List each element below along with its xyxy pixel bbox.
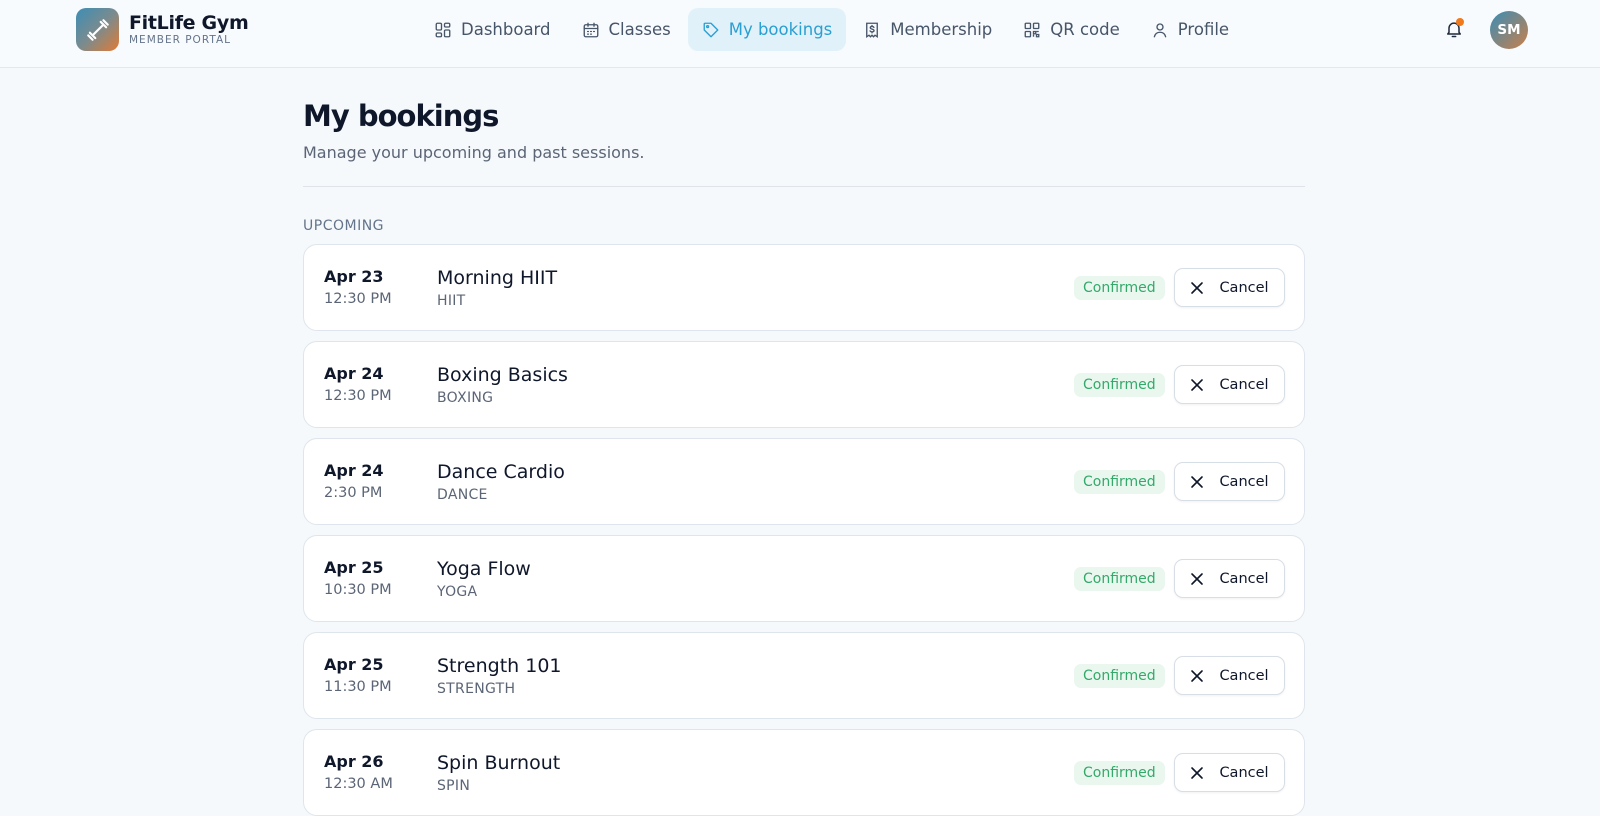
booking-time: 12:30 AM — [324, 776, 393, 792]
booking-class-type: STRENGTH — [437, 681, 516, 697]
cancel-label: Cancel — [1219, 764, 1269, 781]
avatar[interactable]: SM — [1490, 11, 1528, 49]
booking-date: Apr 23 — [324, 267, 384, 286]
main-nav: Dashboard Classes My bookings Membership — [420, 8, 1246, 51]
status-badge: Confirmed — [1074, 470, 1165, 494]
booking-class-type: BOXING — [437, 390, 494, 406]
qr-code-icon — [1024, 22, 1040, 37]
cancel-label: Cancel — [1219, 667, 1269, 684]
booking-class-name: Dance Cardio — [437, 461, 565, 483]
brand-name: FitLife Gym — [129, 12, 249, 34]
cancel-label: Cancel — [1219, 473, 1269, 490]
booking-time: 11:30 PM — [324, 679, 392, 695]
status-badge: Confirmed — [1074, 276, 1165, 300]
nav-item-profile[interactable]: Profile — [1137, 8, 1243, 51]
nav-item-classes[interactable]: Classes — [568, 8, 685, 51]
booking-class-name: Morning HIIT — [437, 267, 558, 289]
booking-card: Apr 24 2:30 PM Dance Cardio DANCE Confir… — [303, 438, 1305, 525]
booking-card: Apr 24 12:30 PM Boxing Basics BOXING Con… — [303, 341, 1305, 428]
close-icon — [1191, 378, 1204, 391]
booking-class-type: SPIN — [437, 778, 471, 794]
booking-time: 10:30 PM — [324, 582, 392, 598]
cancel-button[interactable]: Cancel — [1174, 462, 1285, 501]
booking-class-type: HIIT — [437, 293, 466, 309]
cancel-label: Cancel — [1219, 570, 1269, 587]
booking-date: Apr 25 — [324, 558, 384, 577]
booking-date: Apr 24 — [324, 364, 384, 383]
user-icon — [1153, 22, 1167, 37]
booking-card: Apr 25 11:30 PM Strength 101 STRENGTH Co… — [303, 632, 1305, 719]
close-icon — [1191, 572, 1204, 585]
booking-class-name: Strength 101 — [437, 655, 562, 677]
close-icon — [1191, 281, 1204, 294]
booking-card: Apr 26 12:30 AM Spin Burnout SPIN Confir… — [303, 729, 1305, 816]
tag-icon — [703, 22, 719, 37]
booking-class-type: YOGA — [437, 584, 478, 600]
booking-card: Apr 25 10:30 PM Yoga Flow YOGA Confirmed… — [303, 535, 1305, 622]
nav-label: QR code — [1050, 20, 1120, 39]
booking-card: Apr 23 12:30 PM Morning HIIT HIIT Confir… — [303, 244, 1305, 331]
dashboard-icon — [435, 22, 451, 37]
cancel-button[interactable]: Cancel — [1174, 365, 1285, 404]
nav-item-qr-code[interactable]: QR code — [1009, 8, 1134, 51]
nav-item-dashboard[interactable]: Dashboard — [420, 8, 565, 51]
status-badge: Confirmed — [1074, 567, 1165, 591]
nav-label: My bookings — [728, 20, 833, 39]
cancel-label: Cancel — [1219, 279, 1269, 296]
main-content: My bookings Manage your upcoming and pas… — [303, 96, 1305, 816]
cancel-button[interactable]: Cancel — [1174, 753, 1285, 792]
page-subtitle: Manage your upcoming and past sessions. — [303, 143, 645, 162]
cancel-label: Cancel — [1219, 376, 1269, 393]
nav-label: Membership — [890, 20, 993, 39]
calendar-icon — [583, 22, 598, 37]
booking-time: 12:30 PM — [324, 291, 392, 307]
booking-class-name: Boxing Basics — [437, 364, 568, 386]
nav-item-my-bookings[interactable]: My bookings — [687, 8, 847, 51]
status-badge: Confirmed — [1074, 664, 1165, 688]
booking-date: Apr 24 — [324, 461, 384, 480]
booking-date: Apr 25 — [324, 655, 384, 674]
cancel-button[interactable]: Cancel — [1174, 559, 1285, 598]
notification-dot — [1456, 18, 1464, 26]
status-badge: Confirmed — [1074, 761, 1165, 785]
page-title: My bookings — [303, 99, 499, 133]
cancel-button[interactable]: Cancel — [1174, 268, 1285, 307]
nav-label: Classes — [608, 20, 671, 39]
receipt-icon — [866, 22, 879, 38]
close-icon — [1191, 669, 1204, 682]
booking-class-name: Yoga Flow — [437, 558, 531, 580]
booking-time: 2:30 PM — [324, 485, 383, 501]
booking-class-name: Spin Burnout — [437, 752, 561, 774]
dumbbell-logo-icon — [76, 8, 119, 51]
brand[interactable]: FitLife Gym MEMBER PORTAL — [76, 8, 249, 51]
booking-time: 12:30 PM — [324, 388, 392, 404]
brand-subtitle: MEMBER PORTAL — [129, 34, 231, 46]
booking-class-type: DANCE — [437, 487, 488, 503]
notifications-button[interactable] — [1441, 16, 1467, 42]
cancel-button[interactable]: Cancel — [1174, 656, 1285, 695]
section-label-upcoming: UPCOMING — [303, 218, 385, 234]
nav-label: Profile — [1177, 20, 1230, 39]
nav-label: Dashboard — [461, 20, 551, 39]
status-badge: Confirmed — [1074, 373, 1165, 397]
divider — [303, 186, 1305, 187]
bookings-list: Apr 23 12:30 PM Morning HIIT HIIT Confir… — [303, 244, 1305, 816]
nav-item-membership[interactable]: Membership — [849, 8, 1006, 51]
close-icon — [1191, 766, 1204, 779]
top-navigation-bar: FitLife Gym MEMBER PORTAL Dashboard Clas… — [0, 0, 1600, 68]
booking-date: Apr 26 — [324, 752, 384, 771]
close-icon — [1191, 475, 1204, 488]
